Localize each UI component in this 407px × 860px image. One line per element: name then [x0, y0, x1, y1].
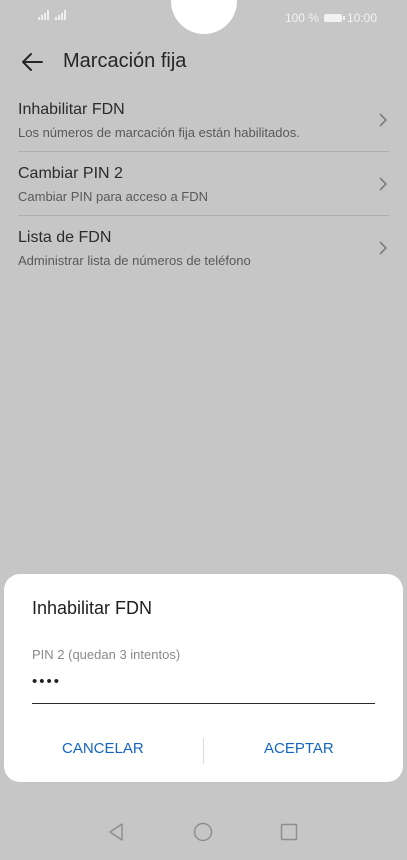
- input-underline: [32, 703, 375, 704]
- dialog-title: Inhabilitar FDN: [32, 598, 153, 618]
- settings-list: Inhabilitar FDN Los números de marcación…: [0, 88, 407, 280]
- button-divider: [203, 738, 204, 764]
- page-title: Marcación fija: [63, 50, 187, 72]
- item-subtitle: Los números de marcación fija están habi…: [18, 125, 300, 140]
- item-title: Lista de FDN: [18, 229, 112, 246]
- cancel-button[interactable]: CANCELAR: [62, 740, 144, 757]
- battery-percent: 100 %: [284, 11, 319, 25]
- item-subtitle: Cambiar PIN para acceso a FDN: [18, 189, 209, 204]
- chevron-right-icon: [379, 177, 388, 191]
- settings-item-fdn-list[interactable]: Lista de FDN Administrar lista de número…: [0, 216, 407, 280]
- pin-field-label: PIN 2 (quedan 3 intentos): [32, 647, 181, 662]
- chevron-right-icon: [379, 241, 388, 255]
- nav-back-icon[interactable]: [104, 820, 128, 844]
- pin-input[interactable]: ••••: [32, 673, 61, 690]
- clock: 10:00: [346, 11, 377, 25]
- settings-item-change-pin2[interactable]: Cambiar PIN 2 Cambiar PIN para acceso a …: [0, 152, 407, 216]
- settings-item-disable-fdn[interactable]: Inhabilitar FDN Los números de marcación…: [0, 88, 407, 152]
- accept-button[interactable]: ACEPTAR: [264, 740, 334, 757]
- status-bar: 100 % 10:00: [0, 0, 407, 36]
- chevron-right-icon: [379, 113, 388, 127]
- nav-home-icon[interactable]: [191, 820, 215, 844]
- navigation-bar: [0, 806, 407, 860]
- back-arrow-icon[interactable]: [16, 46, 48, 78]
- signal-icon: [38, 10, 66, 20]
- item-title: Cambiar PIN 2: [18, 165, 123, 182]
- battery-icon: [323, 14, 345, 22]
- camera-notch: [171, 0, 237, 34]
- nav-recents-icon[interactable]: [277, 820, 301, 844]
- item-subtitle: Administrar lista de números de teléfono: [18, 253, 251, 268]
- pin-dialog: Inhabilitar FDN PIN 2 (quedan 3 intentos…: [4, 574, 403, 782]
- item-title: Inhabilitar FDN: [18, 101, 125, 118]
- app-header: Marcación fija: [0, 36, 407, 88]
